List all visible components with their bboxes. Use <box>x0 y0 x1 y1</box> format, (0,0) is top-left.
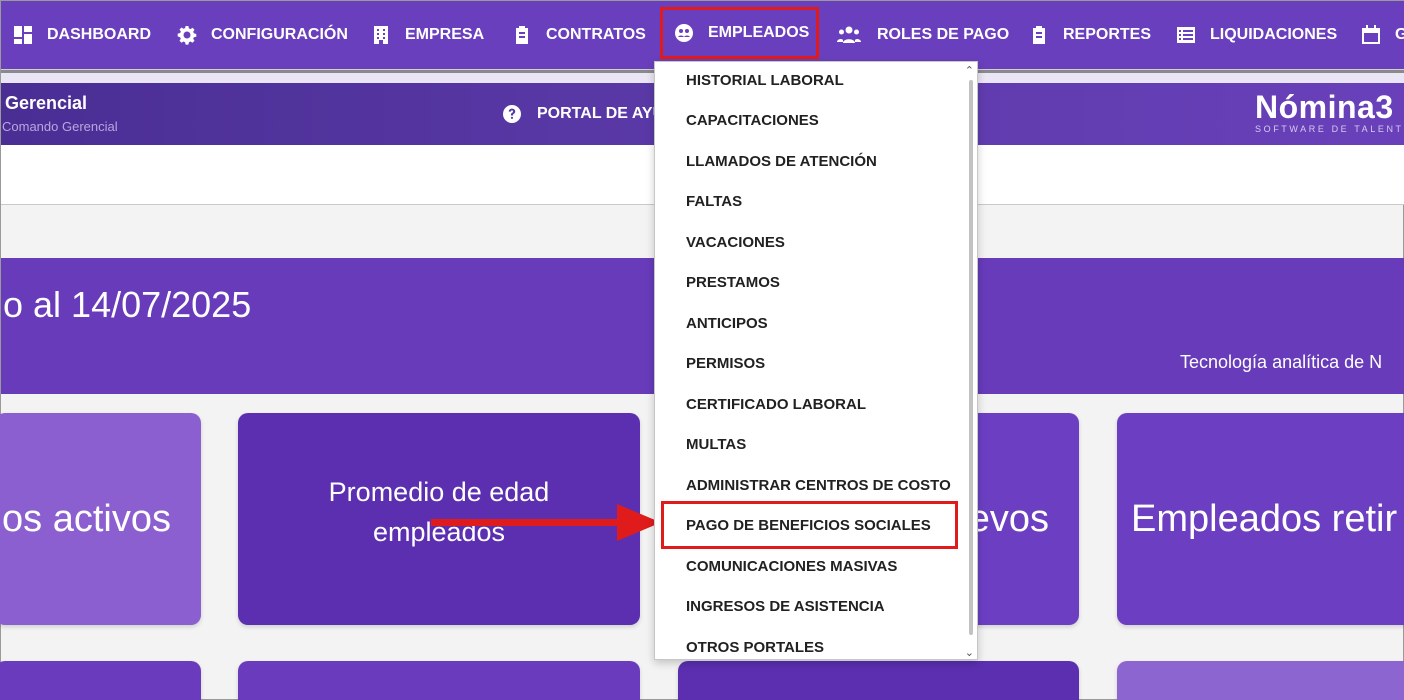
menu-item-faltas[interactable]: FALTAS <box>686 191 742 213</box>
scroll-up-icon[interactable]: ⌃ <box>965 64 974 77</box>
empleados-dropdown-menu: HISTORIAL LABORAL CAPACITACIONES LLAMADO… <box>654 61 978 660</box>
card-row2[interactable] <box>0 661 201 700</box>
menu-item-llamados-atencion[interactable]: LLAMADOS DE ATENCIÓN <box>686 151 877 173</box>
nav-label: EMPRESA <box>405 26 485 43</box>
help-portal-link[interactable]: PORTAL DE AYUD <box>503 105 676 123</box>
dashboard-icon <box>14 26 32 44</box>
nav-configuracion[interactable]: CONFIGURACIÓN <box>177 1 348 69</box>
menu-item-historial-laboral[interactable]: HISTORIAL LABORAL <box>686 70 844 92</box>
card-row2[interactable] <box>238 661 640 700</box>
nav-label: G <box>1395 26 1404 43</box>
scrollbar-thumb[interactable] <box>969 80 973 635</box>
menu-item-capacitaciones[interactable]: CAPACITACIONES <box>686 110 819 132</box>
nav-empresa[interactable]: EMPRESA <box>371 1 484 69</box>
card-row2[interactable] <box>1117 661 1404 700</box>
list-icon <box>1177 27 1195 43</box>
card-label: Empleados retir <box>1131 497 1398 540</box>
nav-label: DASHBOARD <box>47 26 151 43</box>
card-label: os activos <box>2 497 171 540</box>
calendar-icon <box>1362 25 1380 44</box>
banner-tagline: Tecnología analítica de N <box>1180 352 1383 372</box>
menu-item-certificado-laboral[interactable]: CERTIFICADO LABORAL <box>686 394 866 416</box>
menu-item-multas[interactable]: MULTAS <box>686 434 746 456</box>
menu-item-ingresos-asistencia[interactable]: INGRESOS DE ASISTENCIA <box>686 596 885 618</box>
clipboard-icon <box>1033 26 1045 44</box>
nav-label: EMPLEADOS <box>708 24 810 41</box>
card-empleados-retirados[interactable]: Empleados retir <box>1117 413 1404 625</box>
menu-item-permisos[interactable]: PERMISOS <box>686 353 765 375</box>
gear-icon <box>177 26 197 45</box>
menu-item-anticipos[interactable]: ANTICIPOS <box>686 313 768 335</box>
nav-label: CONFIGURACIÓN <box>211 26 348 43</box>
employees-icon <box>675 24 693 42</box>
nav-contratos[interactable]: CONTRATOS <box>512 1 646 69</box>
nav-liquidaciones[interactable]: LIQUIDACIONES <box>1176 1 1337 69</box>
nav-roles-de-pago[interactable]: ROLES DE PAGO <box>835 1 1009 69</box>
nav-label: CONTRATOS <box>546 26 646 43</box>
menu-item-centros-costo[interactable]: ADMINISTRAR CENTROS DE COSTO <box>686 475 951 497</box>
page-title: Gerencial <box>5 93 88 113</box>
card-empleados-activos[interactable]: os activos <box>0 413 201 625</box>
nav-empleados[interactable]: EMPLEADOS <box>660 7 819 59</box>
brand-tagline: SOFTWARE DE TALENTO H <box>1255 124 1404 134</box>
banner-date: o al 14/07/2025 <box>3 284 252 325</box>
nav-calendar[interactable]: G <box>1361 1 1404 69</box>
page-subtitle: Comando Gerencial <box>2 119 118 134</box>
users-icon <box>837 26 861 43</box>
annotation-arrow <box>431 504 661 541</box>
menu-item-prestamos[interactable]: PRESTAMOS <box>686 272 780 294</box>
brand-name: Nómina3 <box>1255 89 1394 125</box>
card-label: evos <box>968 497 1049 540</box>
menu-item-otros-portales[interactable]: OTROS PORTALES <box>686 637 824 659</box>
nav-reportes[interactable]: REPORTES <box>1029 1 1151 69</box>
scroll-down-icon[interactable]: ⌄ <box>965 646 974 659</box>
nav-label: LIQUIDACIONES <box>1210 26 1338 43</box>
nav-label: ROLES DE PAGO <box>877 26 1010 43</box>
brand-logo: Nómina3 SOFTWARE DE TALENTO H <box>1255 89 1404 134</box>
clipboard-icon <box>516 26 528 44</box>
nav-dashboard[interactable]: DASHBOARD <box>13 1 151 69</box>
annotation-highlight-box <box>661 501 958 549</box>
question-icon <box>503 105 521 123</box>
top-navbar: DASHBOARD CONFIGURACIÓN EMPRESA CONTRATO… <box>1 1 1404 69</box>
menu-item-comunicaciones-masivas[interactable]: COMUNICACIONES MASIVAS <box>686 556 897 578</box>
nav-label: REPORTES <box>1063 26 1152 43</box>
menu-item-vacaciones[interactable]: VACACIONES <box>686 232 785 254</box>
building-icon <box>374 26 388 44</box>
card-row2[interactable] <box>678 661 1079 700</box>
